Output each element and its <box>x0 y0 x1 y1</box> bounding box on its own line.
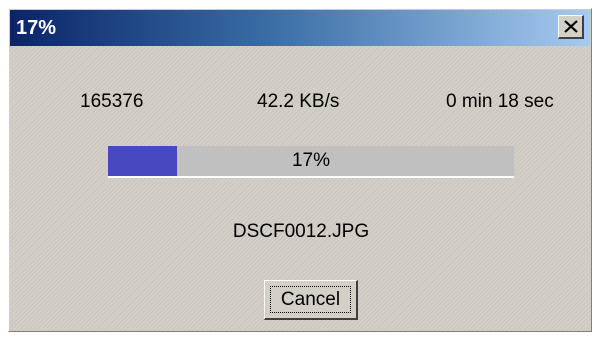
progress-label: 17% <box>291 150 331 171</box>
close-icon <box>564 20 578 33</box>
transfer-speed: 42.2 KB/s <box>257 91 340 112</box>
close-button[interactable] <box>558 15 584 39</box>
progress-dialog: 17% 165376 42.2 KB/s 0 min 18 sec 17% DS… <box>8 8 592 332</box>
bytes-transferred: 165376 <box>80 91 144 112</box>
cancel-button-label: Cancel <box>280 289 341 310</box>
cancel-button[interactable]: Cancel <box>264 280 358 320</box>
file-name: DSCF0012.JPG <box>232 221 370 242</box>
time-remaining: 0 min 18 sec <box>446 91 554 112</box>
title-bar[interactable]: 17% <box>10 10 590 46</box>
window-title: 17% <box>16 17 57 39</box>
progress-bar: 17% <box>108 146 514 178</box>
